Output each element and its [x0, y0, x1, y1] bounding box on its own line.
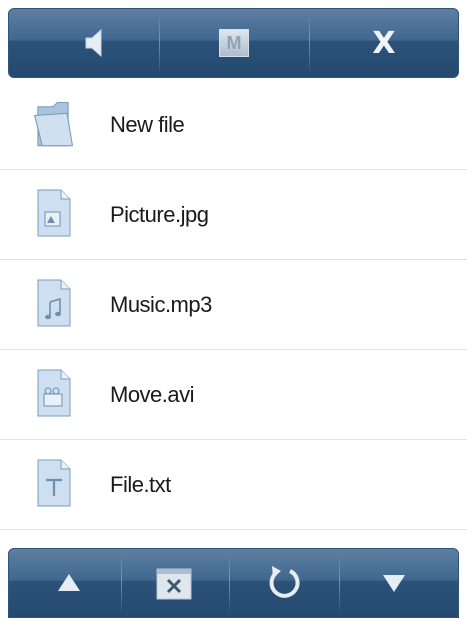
- menu-button[interactable]: M: [179, 9, 289, 77]
- delete-button[interactable]: [124, 549, 224, 617]
- text-file-icon: [37, 459, 71, 507]
- arrow-up-icon: [58, 574, 80, 591]
- top-toolbar: M X: [8, 8, 459, 78]
- file-list: New file Picture.jpg Music.mp3 Move.avi …: [0, 80, 467, 530]
- folder-icon: [33, 101, 74, 147]
- list-item-new-file[interactable]: New file: [0, 80, 467, 170]
- list-item-text[interactable]: File.txt: [0, 440, 467, 530]
- file-name: Music.mp3: [110, 291, 212, 317]
- close-icon: X: [372, 25, 396, 61]
- speaker-button[interactable]: [39, 9, 149, 77]
- file-name: Picture.jpg: [110, 201, 209, 227]
- scroll-down-button[interactable]: [344, 549, 444, 617]
- speaker-icon: [85, 28, 102, 58]
- menu-m-icon: M: [219, 29, 249, 57]
- file-name: Move.avi: [110, 381, 195, 407]
- list-item-picture[interactable]: Picture.jpg: [0, 170, 467, 260]
- close-button[interactable]: X: [329, 9, 439, 77]
- refresh-button[interactable]: [234, 549, 334, 617]
- scroll-up-button[interactable]: [19, 549, 119, 617]
- file-name: New file: [110, 111, 185, 137]
- video-file-icon: [37, 369, 71, 417]
- arrow-down-icon: [383, 575, 405, 592]
- file-name: File.txt: [110, 471, 171, 497]
- music-file-icon: [37, 279, 71, 327]
- image-file-icon: [37, 189, 71, 237]
- delete-file-icon: [156, 568, 192, 600]
- refresh-icon: [269, 566, 300, 598]
- list-item-music[interactable]: Music.mp3: [0, 260, 467, 350]
- bottom-toolbar: [8, 548, 459, 618]
- list-item-video[interactable]: Move.avi: [0, 350, 467, 440]
